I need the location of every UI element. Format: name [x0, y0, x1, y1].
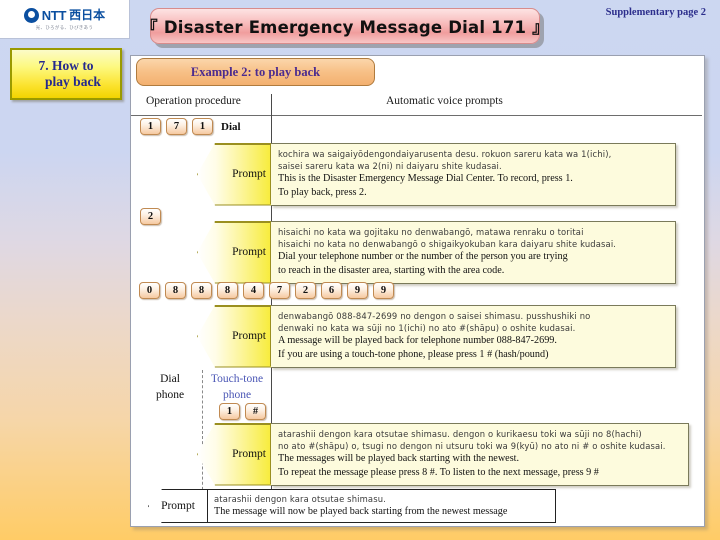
column-headers: Operation procedure Automatic voice prom… [131, 93, 702, 115]
keycap[interactable]: 0 [139, 282, 160, 299]
prompt-tag: Prompt [148, 489, 208, 524]
key-row-touch-tone: 1 # [219, 403, 271, 420]
prompt-tag-label: Prompt [232, 168, 266, 181]
header-rule [131, 115, 702, 116]
supplementary-page-label: Supplementary page 2 [605, 7, 706, 18]
prompt-tag-label: Prompt [232, 448, 266, 461]
section-chip-how-to-play-back: 7. How to play back [10, 48, 122, 100]
keycap[interactable]: 1 [192, 118, 213, 135]
prompt-tag: Prompt [197, 305, 271, 368]
prompt-box-touch-tone: atarashii dengon kara otsutae shimasu. d… [271, 423, 689, 486]
prompt-line-en: The message will now be played back star… [214, 506, 508, 518]
prompt-group-touch-tone: Prompt atarashii dengon kara otsutae shi… [197, 423, 689, 486]
prompt-line-en: to reach in the disaster area, starting … [278, 265, 505, 277]
key-row-step-1: 1 7 1 Dial [140, 118, 241, 135]
prompt-tag-label: Prompt [232, 330, 266, 343]
keycap-hash[interactable]: # [245, 403, 266, 420]
prompt-line-jp: denwaki no kata wa sūji no 1(ichi) no at… [278, 323, 576, 334]
prompt-line-en: This is the Disaster Emergency Message D… [278, 173, 573, 185]
dial-phone-line1: Dial [160, 373, 180, 385]
keycap[interactable]: 7 [166, 118, 187, 135]
section-chip-line2: play back [45, 74, 101, 89]
example-header-label: Example 2: to play back [190, 64, 321, 79]
prompt-tag: Prompt [197, 221, 271, 284]
prompt-tag-label: Prompt [232, 246, 266, 259]
prompt-line-en: Dial your telephone number or the number… [278, 251, 568, 263]
keycap[interactable]: 7 [269, 282, 290, 299]
prompt-group-2: Prompt hisaichi no kata wa gojitaku no d… [197, 221, 676, 284]
prompt-line-jp: hisaichi no kata wa gojitaku no denwaban… [278, 227, 584, 237]
prompt-line-jp: saisei sareru kata wa 2(ni) ni daiyaru s… [278, 161, 502, 172]
keycap[interactable]: 1 [219, 403, 240, 420]
keycap[interactable]: 6 [321, 282, 342, 299]
keycap[interactable]: 9 [373, 282, 394, 299]
key-row-step-2: 2 [140, 208, 166, 225]
prompt-line-en: The messages will be played back startin… [278, 453, 520, 465]
prompt-tag: Prompt [197, 143, 271, 206]
prompt-box-1: kochira wa saigaiyōdengondaiyarusenta de… [271, 143, 676, 206]
prompt-box-2: hisaichi no kata wa gojitaku no denwaban… [271, 221, 676, 284]
keycap[interactable]: 2 [295, 282, 316, 299]
prompt-line-jp: no ato #(shāpu) o, tsugi no dengon ni ut… [278, 441, 666, 452]
prompt-tag: Prompt [197, 423, 271, 486]
column-header-automatic-voice-prompts: Automatic voice prompts [386, 95, 503, 107]
prompt-line-jp: atarashii dengon kara otsutae shimasu. d… [278, 429, 642, 439]
prompt-group-3: Prompt denwabangō 088-847-2699 no dengon… [197, 305, 676, 368]
touch-tone-line2: phone [222, 388, 252, 401]
keycap[interactable]: 8 [191, 282, 212, 299]
section-chip-line1: 7. How to [38, 57, 94, 73]
prompt-line-en: If you are using a touch-tone phone, ple… [278, 349, 549, 361]
prompt-line-jp: denwabangō 088-847-2699 no dengon o sais… [278, 311, 591, 321]
keycap[interactable]: 1 [140, 118, 161, 135]
column-header-operation-procedure: Operation procedure [146, 95, 241, 107]
ntt-tagline: 光、ひろがる、ひびきあう [35, 25, 94, 31]
touch-tone-phone-label: Touch-tone phone [206, 372, 268, 403]
dial-action-label: Dial [221, 120, 241, 133]
title-banner: 『 Disaster Emergency Message Dial 171 』 [141, 8, 549, 44]
section-chip-label: 7. How to play back [31, 58, 101, 91]
dial-phone-line2: phone [155, 388, 185, 401]
keycap[interactable]: 8 [165, 282, 186, 299]
dial-phone-label: Dial phone [140, 372, 200, 403]
key-row-step-3: 0 8 8 8 4 7 2 6 9 9 [139, 282, 399, 299]
prompt-line-jp: kochira wa saigaiyōdengondaiyarusenta de… [278, 149, 612, 159]
page-title: 『 Disaster Emergency Message Dial 171 』 [141, 18, 549, 37]
keycap[interactable]: 8 [217, 282, 238, 299]
keycap[interactable]: 4 [243, 282, 264, 299]
prompt-line-jp: atarashii dengon kara otsutae shimasu. [214, 494, 387, 504]
ntt-circle-icon [23, 7, 39, 23]
ntt-wordmark: NTT [41, 7, 67, 23]
prompt-box-final: atarashii dengon kara otsutae shimasu. T… [208, 489, 556, 524]
ntt-west-logo: NTT 西日本 光、ひろがる、ひびきあう [0, 0, 130, 39]
prompt-tag-label: Prompt [161, 500, 195, 513]
keycap[interactable]: 9 [347, 282, 368, 299]
touch-tone-line1: Touch-tone [210, 373, 264, 385]
prompt-line-jp: hisaichi no kata no denwabangō o shigaik… [278, 239, 617, 250]
keycap[interactable]: 2 [140, 208, 161, 225]
ntt-region-jp: 西日本 [69, 8, 106, 22]
prompt-group-final: Prompt atarashii dengon kara otsutae shi… [148, 489, 556, 524]
prompt-group-1: Prompt kochira wa saigaiyōdengondaiyarus… [197, 143, 676, 206]
ntt-logo-row: NTT 西日本 [23, 7, 106, 23]
prompt-box-3: denwabangō 088-847-2699 no dengon o sais… [271, 305, 676, 368]
prompt-line-en: A message will be played back for teleph… [278, 335, 557, 347]
prompt-line-en: To play back, press 2. [278, 187, 367, 199]
example-header-pill: Example 2: to play back [136, 58, 375, 86]
prompt-line-en: To repeat the message please press 8 #. … [278, 467, 599, 479]
